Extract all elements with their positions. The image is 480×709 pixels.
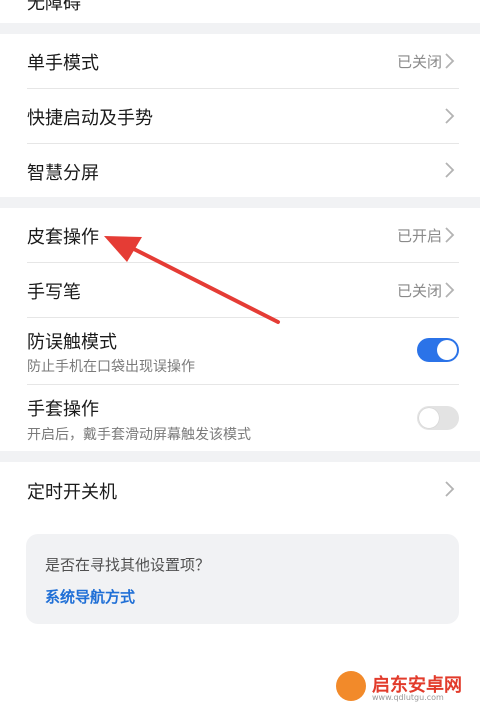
section-separator xyxy=(0,451,480,462)
cover-operation-row[interactable]: 皮套操作 已开启 xyxy=(0,208,480,262)
pocket-mode-toggle[interactable] xyxy=(417,338,459,362)
chevron-right-icon xyxy=(445,227,455,243)
suggestion-card: 是否在寻找其他设置项？ 系统导航方式 xyxy=(26,534,459,624)
one-hand-mode-label: 单手模式 xyxy=(27,53,99,74)
one-hand-mode-row[interactable]: 单手模式 已关闭 xyxy=(0,34,480,88)
glove-mode-toggle[interactable] xyxy=(417,406,459,430)
section-separator xyxy=(0,197,480,208)
chevron-right-icon xyxy=(445,53,455,69)
cover-operation-status: 已开启 xyxy=(396,227,442,245)
accessibility-row[interactable]: 无障碍 xyxy=(0,0,480,23)
stylus-label: 手写笔 xyxy=(27,282,81,303)
system-navigation-link[interactable]: 系统导航方式 xyxy=(45,586,135,607)
section-separator xyxy=(0,23,480,34)
scheduled-power-label: 定时开关机 xyxy=(27,482,117,503)
stylus-status: 已关闭 xyxy=(396,282,442,300)
watermark-url: www.qdlutgu.com xyxy=(372,693,444,702)
site-watermark: 启东安卓网 www.qdlutgu.com xyxy=(336,671,476,702)
watermark-logo-icon xyxy=(336,671,366,701)
settings-group-1: 单手模式 已关闭 快捷启动及手势 智慧分屏 xyxy=(0,34,480,197)
glove-mode-label: 手套操作 xyxy=(27,399,99,420)
stylus-row[interactable]: 手写笔 已关闭 xyxy=(0,263,480,317)
pocket-mode-description: 防止手机在口袋出现误操作 xyxy=(27,359,195,375)
smart-split-screen-row[interactable]: 智慧分屏 xyxy=(0,144,480,197)
accessibility-label: 无障碍 xyxy=(27,0,81,14)
chevron-right-icon xyxy=(445,481,455,497)
settings-group-2: 皮套操作 已开启 手写笔 已关闭 防误触模式 防止手机在口袋出现误操作 手套操作… xyxy=(0,208,480,451)
cover-operation-label: 皮套操作 xyxy=(27,227,99,248)
glove-mode-description: 开启后，戴手套滑动屏幕触发该模式 xyxy=(27,427,251,443)
top-settings-group: 无障碍 xyxy=(0,0,480,23)
toggle-knob xyxy=(419,408,439,428)
pocket-mode-row: 防误触模式 防止手机在口袋出现误操作 xyxy=(0,318,480,384)
pocket-mode-label: 防误触模式 xyxy=(27,332,117,353)
chevron-right-icon xyxy=(445,282,455,298)
suggestion-question: 是否在寻找其他设置项？ xyxy=(45,556,211,574)
quick-launch-gestures-label: 快捷启动及手势 xyxy=(27,108,153,129)
chevron-right-icon xyxy=(445,162,455,178)
smart-split-screen-label: 智慧分屏 xyxy=(27,163,99,184)
chevron-right-icon xyxy=(445,108,455,124)
glove-mode-row: 手套操作 开启后，戴手套滑动屏幕触发该模式 xyxy=(0,385,480,451)
quick-launch-gestures-row[interactable]: 快捷启动及手势 xyxy=(0,89,480,143)
one-hand-mode-status: 已关闭 xyxy=(396,53,442,71)
toggle-knob xyxy=(437,340,457,360)
scheduled-power-row[interactable]: 定时开关机 xyxy=(0,462,480,518)
